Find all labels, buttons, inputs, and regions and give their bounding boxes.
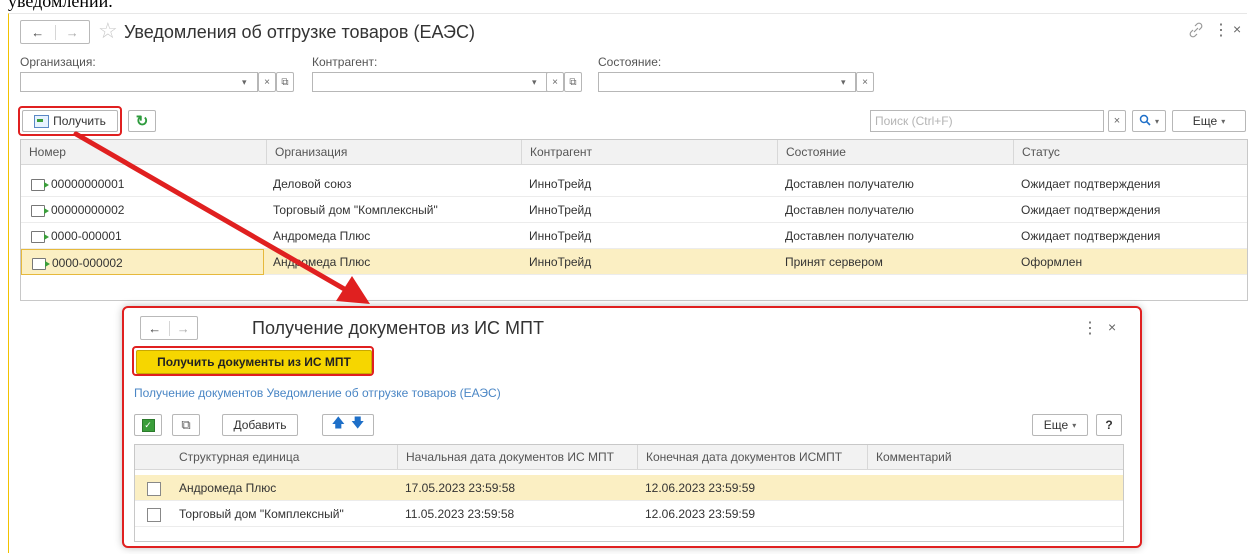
annotation-arrow [73,131,370,304]
